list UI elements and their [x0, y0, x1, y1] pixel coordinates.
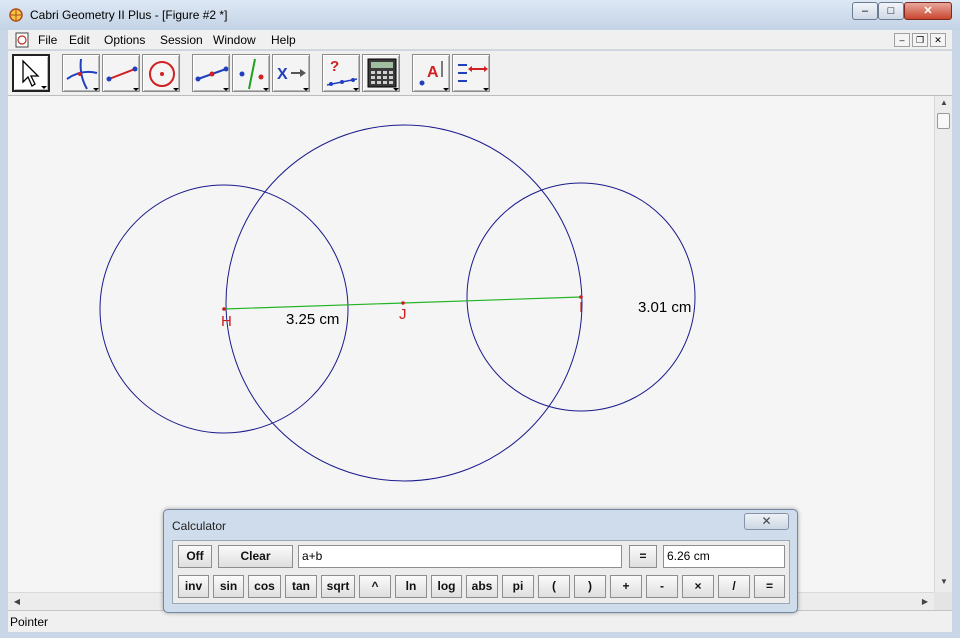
vertical-scrollbar[interactable]: ▲ ▼: [934, 96, 952, 592]
measure-tool[interactable]: [362, 54, 400, 92]
status-bar: Pointer: [8, 610, 952, 632]
status-text: Pointer: [10, 615, 49, 629]
calculator-window[interactable]: Calculator ✕ Off Clear a+b = 6.26 cm inv…: [163, 509, 798, 613]
window-title: Cabri Geometry II Plus - [Figure #2 *]: [30, 8, 228, 22]
close-button[interactable]: ✕: [904, 2, 952, 20]
mdi-minimize-button[interactable]: –: [894, 33, 910, 47]
svg-text:?: ?: [330, 58, 339, 75]
calc-key-plus[interactable]: +: [610, 575, 642, 598]
calculator-title: Calculator: [172, 519, 227, 533]
calc-key-minus[interactable]: -: [646, 575, 678, 598]
macro-x-arrow-icon: X: [277, 66, 309, 91]
attributes-icon: [458, 64, 489, 91]
calc-key-open-paren[interactable]: (: [538, 575, 570, 598]
label-h[interactable]: H: [221, 313, 232, 330]
reflection-icon: [239, 58, 269, 91]
calculator-panel: Off Clear a+b = 6.26 cm inv sin cos tan …: [172, 540, 790, 604]
calc-key-inv[interactable]: inv: [178, 575, 209, 598]
display-tool[interactable]: A: [412, 54, 450, 92]
calc-key-ln[interactable]: ln: [395, 575, 427, 598]
calc-key-equals[interactable]: =: [754, 575, 785, 598]
calc-clear-button[interactable]: Clear: [218, 545, 293, 568]
svg-text:A: A: [427, 64, 439, 81]
scroll-left-arrow-icon[interactable]: ◀: [11, 597, 23, 609]
point-h[interactable]: [222, 307, 226, 311]
macro-tool[interactable]: X: [272, 54, 310, 92]
lines-tool[interactable]: [102, 54, 140, 92]
midpoint-icon: [195, 66, 229, 91]
point-j[interactable]: [401, 301, 405, 305]
distance-label-hj[interactable]: 3.25 cm: [286, 311, 339, 328]
circle-icon: [149, 61, 179, 91]
maximize-button[interactable]: □: [878, 2, 904, 20]
calc-key-tan[interactable]: tan: [285, 575, 317, 598]
label-j[interactable]: J: [399, 306, 407, 323]
menu-bar: File Edit Options Session Window Help – …: [8, 30, 952, 50]
svg-text:X: X: [277, 66, 288, 83]
calc-key-log[interactable]: log: [431, 575, 462, 598]
mdi-close-button[interactable]: ✕: [930, 33, 946, 47]
points-tool[interactable]: [62, 54, 100, 92]
calc-key-pi[interactable]: pi: [502, 575, 534, 598]
attributes-tool[interactable]: [452, 54, 490, 92]
question-collinear-icon: ?: [326, 58, 359, 91]
calc-key-abs[interactable]: abs: [466, 575, 498, 598]
transform-tool[interactable]: [232, 54, 270, 92]
title-bar: Cabri Geometry II Plus - [Figure #2 *] –…: [0, 0, 960, 30]
cabri-app-icon: [9, 8, 23, 22]
figure-document-icon[interactable]: [14, 32, 30, 48]
scroll-corner: [934, 592, 952, 610]
calculator-icon: [367, 58, 399, 91]
curves-tool[interactable]: [142, 54, 180, 92]
menu-edit[interactable]: Edit: [67, 32, 92, 48]
minimize-button[interactable]: –: [852, 2, 878, 20]
calc-key-divide[interactable]: /: [718, 575, 750, 598]
mdi-restore-button[interactable]: ❐: [912, 33, 928, 47]
calc-key-cos[interactable]: cos: [248, 575, 281, 598]
arrow-pointer-icon: [22, 59, 47, 89]
construct-tool[interactable]: [192, 54, 230, 92]
calc-key-power[interactable]: ^: [359, 575, 391, 598]
intersection-point-icon: [66, 58, 99, 91]
menu-session[interactable]: Session: [158, 32, 205, 48]
calc-off-button[interactable]: Off: [178, 545, 212, 568]
distance-label-ji[interactable]: 3.01 cm: [638, 299, 691, 316]
pointer-tool[interactable]: [12, 54, 50, 92]
menu-options[interactable]: Options: [102, 32, 147, 48]
vertical-scroll-thumb[interactable]: [937, 113, 950, 129]
calc-key-multiply[interactable]: ×: [682, 575, 714, 598]
calc-expression-field[interactable]: a+b: [298, 545, 622, 568]
calc-equals-top-button[interactable]: =: [629, 545, 657, 568]
calc-key-close-paren[interactable]: ): [574, 575, 606, 598]
scroll-down-arrow-icon[interactable]: ▼: [938, 577, 950, 589]
label-i[interactable]: I: [579, 299, 583, 316]
label-a-icon: A: [419, 61, 449, 91]
calculator-close-button[interactable]: ✕: [744, 513, 789, 530]
menu-file[interactable]: File: [36, 32, 59, 48]
calc-result-field[interactable]: 6.26 cm: [663, 545, 785, 568]
properties-tool[interactable]: ?: [322, 54, 360, 92]
calc-key-sqrt[interactable]: sqrt: [321, 575, 355, 598]
menu-window[interactable]: Window: [211, 32, 258, 48]
scroll-right-arrow-icon[interactable]: ▶: [919, 597, 931, 609]
scroll-up-arrow-icon[interactable]: ▲: [938, 98, 950, 110]
calc-key-sin[interactable]: sin: [213, 575, 244, 598]
segment-icon: [106, 66, 139, 91]
menu-help[interactable]: Help: [269, 32, 298, 48]
toolbar: X ? A: [8, 51, 952, 96]
